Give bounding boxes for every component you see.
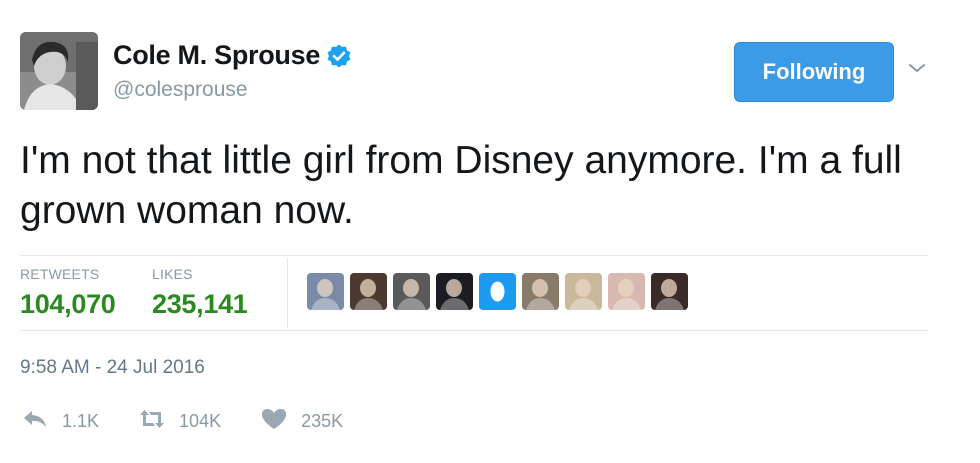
following-button[interactable]: Following bbox=[734, 42, 894, 102]
reply-count: 1.1K bbox=[62, 411, 100, 431]
retweet-icon bbox=[137, 406, 167, 437]
retweet-button[interactable]: 104K bbox=[137, 406, 221, 437]
heart-icon bbox=[259, 406, 289, 437]
liker-avatar-8[interactable] bbox=[608, 273, 645, 310]
retweets-value: 104,070 bbox=[20, 289, 116, 319]
like-button[interactable]: 235K bbox=[259, 406, 343, 437]
liker-avatars bbox=[307, 273, 688, 310]
divider-bottom bbox=[20, 330, 928, 331]
user-avatar[interactable] bbox=[20, 32, 98, 110]
reply-icon bbox=[20, 406, 50, 437]
tweet-actions: 1.1K 104K 235K bbox=[20, 406, 381, 437]
liker-avatar-9[interactable] bbox=[651, 273, 688, 310]
retweets-stat[interactable]: RETWEETS 104,070 bbox=[20, 266, 116, 320]
likes-value: 235,141 bbox=[152, 289, 248, 319]
likes-label: LIKES bbox=[152, 266, 193, 282]
retweet-count: 104K bbox=[179, 411, 222, 431]
tweet-timestamp[interactable]: 9:58 AM - 24 Jul 2016 bbox=[20, 357, 205, 379]
verified-badge-icon bbox=[326, 43, 352, 69]
liker-avatar-7[interactable] bbox=[565, 273, 602, 310]
like-count: 235K bbox=[301, 411, 344, 431]
avatar-photo bbox=[20, 32, 98, 110]
likes-stat[interactable]: LIKES 235,141 bbox=[152, 266, 248, 320]
liker-avatar-2[interactable] bbox=[350, 273, 387, 310]
divider-top bbox=[20, 255, 928, 256]
tweet-text: I'm not that little girl from Disney any… bbox=[20, 139, 902, 232]
liker-avatar-5[interactable] bbox=[479, 273, 516, 310]
reply-button[interactable]: 1.1K bbox=[20, 406, 99, 437]
user-name-row: Cole M. Sprouse bbox=[113, 40, 352, 71]
display-name[interactable]: Cole M. Sprouse bbox=[113, 40, 320, 71]
liker-avatar-6[interactable] bbox=[522, 273, 559, 310]
user-handle[interactable]: @colesprouse bbox=[113, 78, 248, 102]
liker-avatar-4[interactable] bbox=[436, 273, 473, 310]
stats-separator bbox=[287, 258, 288, 328]
retweets-label: RETWEETS bbox=[20, 266, 100, 282]
liker-avatar-3[interactable] bbox=[393, 273, 430, 310]
chevron-down-icon[interactable] bbox=[906, 60, 928, 76]
liker-avatar-1[interactable] bbox=[307, 273, 344, 310]
